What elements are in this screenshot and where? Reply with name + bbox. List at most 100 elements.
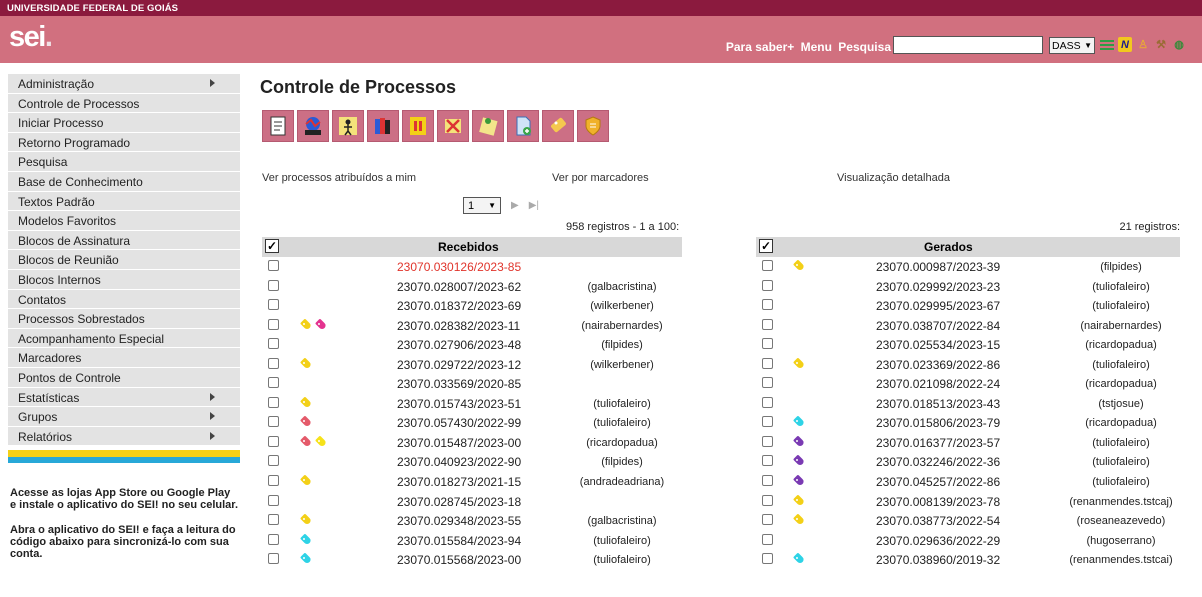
toolbar-button-7[interactable] (507, 110, 539, 142)
process-link[interactable]: 23070.015806/2023-79 (876, 416, 1000, 430)
process-link[interactable]: 23070.029722/2023-12 (397, 358, 521, 372)
row-checkbox[interactable] (268, 338, 279, 350)
sidebar-item-13[interactable]: Acompanhamento Especial (8, 328, 240, 349)
marker-tag-icon[interactable] (299, 318, 313, 331)
sidebar-item-5[interactable]: Base de Conhecimento (8, 171, 240, 192)
process-link[interactable]: 23070.028745/2023-18 (397, 495, 521, 509)
row-checkbox[interactable] (268, 299, 279, 311)
row-checkbox[interactable] (268, 533, 279, 545)
row-checkbox[interactable] (762, 377, 773, 389)
sidebar-item-6[interactable]: Textos Padrão (8, 191, 240, 212)
row-checkbox[interactable] (762, 553, 773, 565)
row-checkbox[interactable] (762, 279, 773, 291)
assigned-to-me-link[interactable]: Ver processos atribuídos a mim (262, 172, 416, 184)
sidebar-item-10[interactable]: Blocos Internos (8, 269, 240, 290)
row-checkbox[interactable] (268, 553, 279, 565)
process-link[interactable]: 23070.027906/2023-48 (397, 338, 521, 352)
user-icon[interactable]: ♙ (1136, 37, 1150, 52)
sidebar-item-8[interactable]: Blocos de Assinatura (8, 230, 240, 251)
process-link[interactable]: 23070.032246/2022-36 (876, 455, 1000, 469)
toolbar-button-3[interactable] (367, 110, 399, 142)
select-all-generated-checkbox[interactable]: ✓ (759, 239, 773, 253)
marker-tag-icon[interactable] (792, 494, 806, 507)
marker-tag-icon[interactable] (792, 474, 806, 487)
process-link[interactable]: 23070.015568/2023-00 (397, 553, 521, 567)
marker-tag-icon[interactable] (299, 357, 313, 370)
row-checkbox[interactable] (268, 260, 279, 271)
toolbar-button-9[interactable] (577, 110, 609, 142)
process-link[interactable]: 23070.028007/2023-62 (397, 280, 521, 294)
process-link[interactable]: 23070.023369/2022-86 (876, 358, 1000, 372)
marker-tag-icon[interactable] (299, 513, 313, 526)
process-link[interactable]: 23070.045257/2022-86 (876, 475, 1000, 489)
marker-tag-icon[interactable] (299, 396, 313, 409)
sidebar-item-11[interactable]: Contatos (8, 289, 240, 310)
toolbar-button-8[interactable] (542, 110, 574, 142)
process-link[interactable]: 23070.018273/2021-15 (397, 475, 521, 489)
process-link[interactable]: 23070.021098/2022-24 (876, 377, 1000, 391)
row-checkbox[interactable] (762, 299, 773, 311)
process-link[interactable]: 23070.040923/2022-90 (397, 455, 521, 469)
sidebar-item-2[interactable]: Iniciar Processo (8, 113, 240, 133)
process-link[interactable]: 23070.057430/2022-99 (397, 416, 521, 430)
sidebar-item-16[interactable]: Estatísticas (8, 387, 240, 408)
page-select[interactable]: 1 ▼ (463, 197, 501, 214)
row-checkbox[interactable] (268, 357, 279, 369)
sidebar-item-1[interactable]: Controle de Processos (8, 93, 240, 114)
sidebar-item-3[interactable]: Retorno Programado (8, 132, 240, 153)
row-checkbox[interactable] (762, 260, 773, 271)
marker-tag-icon[interactable] (299, 533, 313, 546)
toolbar-button-4[interactable] (402, 110, 434, 142)
marker-tag-icon[interactable] (792, 415, 806, 428)
marker-tag-icon[interactable] (314, 435, 328, 448)
select-all-received-checkbox[interactable]: ✓ (265, 239, 279, 253)
marker-tag-icon[interactable] (792, 259, 806, 272)
row-checkbox[interactable] (268, 455, 279, 467)
row-checkbox[interactable] (268, 416, 279, 428)
process-link[interactable]: 23070.029995/2023-67 (876, 299, 1000, 313)
process-link[interactable]: 23070.018513/2023-43 (876, 397, 1000, 411)
process-link[interactable]: 23070.038960/2019-32 (876, 553, 1000, 567)
process-link[interactable]: 23070.015584/2023-94 (397, 534, 521, 548)
process-link[interactable]: 23070.029348/2023-55 (397, 514, 521, 528)
saber-mais-link[interactable]: Para saber+ (726, 40, 794, 54)
process-link[interactable]: 23070.038707/2022-84 (876, 319, 1000, 333)
sidebar-item-0[interactable]: Administração (8, 74, 240, 94)
sidebar-item-17[interactable]: Grupos (8, 407, 240, 427)
process-link[interactable]: 23070.028382/2023-11 (397, 319, 520, 333)
process-link[interactable]: 23070.018372/2023-69 (397, 299, 521, 313)
sei-logo[interactable]: sei. (9, 21, 53, 54)
row-checkbox[interactable] (762, 416, 773, 428)
row-checkbox[interactable] (268, 396, 279, 408)
process-link[interactable]: 23070.029636/2022-29 (876, 534, 1000, 548)
last-page-icon[interactable]: ▶| (529, 200, 539, 211)
row-checkbox[interactable] (268, 279, 279, 291)
row-checkbox[interactable] (762, 455, 773, 467)
sidebar-item-14[interactable]: Marcadores (8, 348, 240, 368)
process-link[interactable]: 23070.000987/2023-39 (876, 260, 1000, 274)
marker-tag-icon[interactable] (792, 357, 806, 370)
row-checkbox[interactable] (268, 475, 279, 487)
view-by-markers-link[interactable]: Ver por marcadores (552, 172, 649, 184)
marker-tag-icon[interactable] (792, 435, 806, 448)
process-link[interactable]: 23070.029992/2023-23 (876, 280, 1000, 294)
row-checkbox[interactable] (762, 533, 773, 545)
process-link[interactable]: 23070.030126/2023-85 (397, 260, 521, 274)
toolbar-button-5[interactable] (437, 110, 469, 142)
marker-tag-icon[interactable] (299, 474, 313, 487)
pesquisa-link[interactable]: Pesquisa (838, 40, 891, 54)
row-checkbox[interactable] (268, 514, 279, 526)
row-checkbox[interactable] (762, 318, 773, 330)
detailed-view-link[interactable]: Visualização detalhada (837, 172, 950, 184)
row-checkbox[interactable] (268, 435, 279, 447)
row-checkbox[interactable] (762, 357, 773, 369)
wrench-icon[interactable]: ⚒ (1154, 37, 1168, 52)
process-link[interactable]: 23070.008139/2023-78 (876, 495, 1000, 509)
marker-tag-icon[interactable] (792, 454, 806, 467)
marker-tag-icon[interactable] (299, 435, 313, 448)
process-link[interactable]: 23070.025534/2023-15 (876, 338, 1000, 352)
row-checkbox[interactable] (762, 435, 773, 447)
row-checkbox[interactable] (762, 396, 773, 408)
row-checkbox[interactable] (268, 377, 279, 389)
sidebar-item-18[interactable]: Relatórios (8, 426, 240, 447)
